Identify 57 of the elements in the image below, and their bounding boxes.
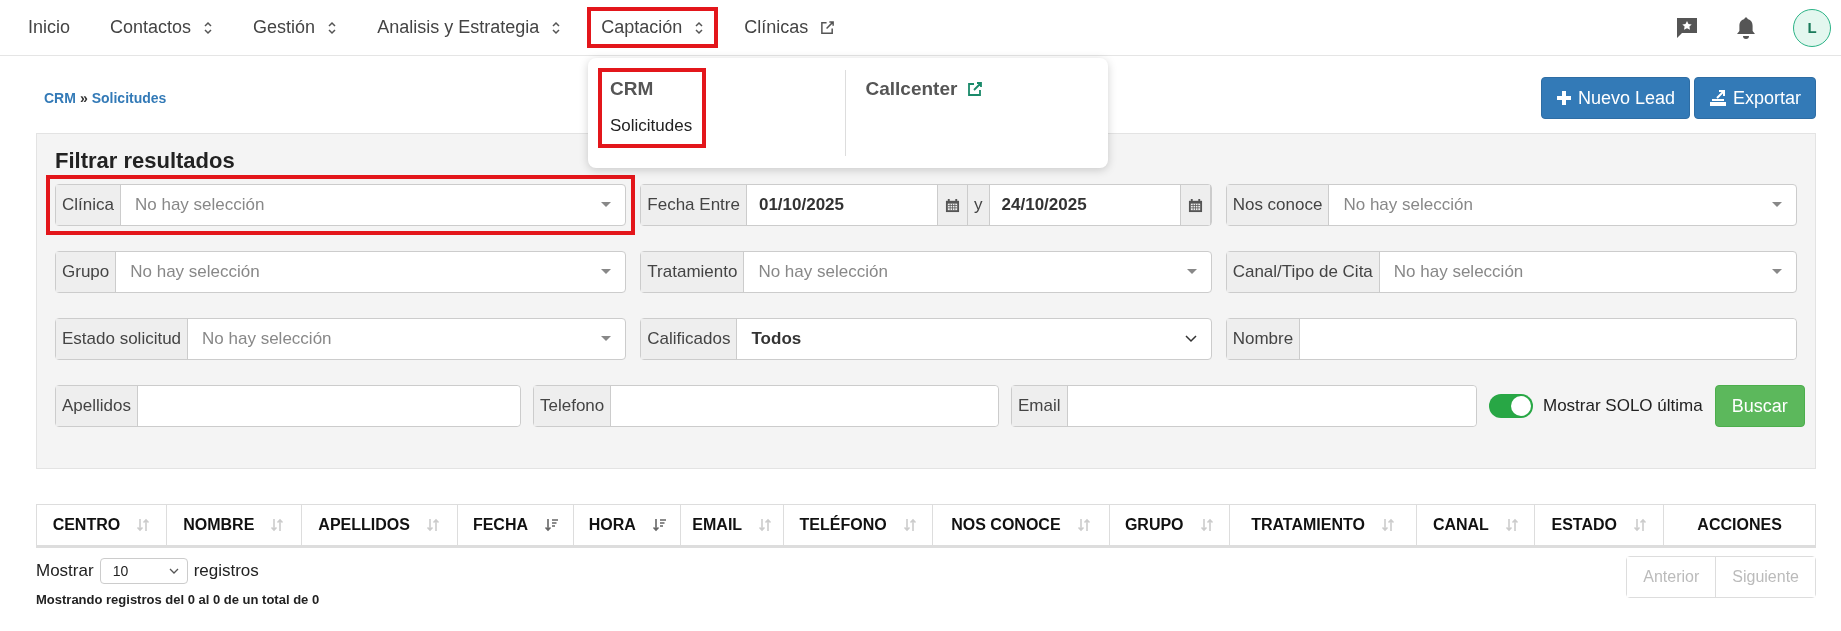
nav-item[interactable]: Captación xyxy=(589,9,717,46)
column-header[interactable]: CANAL xyxy=(1417,505,1536,545)
column-header[interactable]: GRUPO xyxy=(1109,505,1230,545)
sort-icon[interactable] xyxy=(1076,518,1091,532)
column-header[interactable]: FECHA xyxy=(457,505,575,545)
menu-heading: CRM xyxy=(610,78,654,100)
bell-icon[interactable] xyxy=(1735,15,1757,40)
column-header[interactable]: EMAIL xyxy=(681,505,785,545)
new-lead-button[interactable]: Nuevo Lead xyxy=(1540,77,1690,119)
chat-star-icon[interactable] xyxy=(1675,15,1699,40)
toggle-switch[interactable] xyxy=(1489,394,1533,418)
breadcrumb-link[interactable]: Solicitudes xyxy=(91,90,167,106)
chevron-updown-icon xyxy=(551,20,562,35)
sort-icon[interactable] xyxy=(758,518,773,532)
panel-title: Filtrar resultados xyxy=(55,148,236,174)
sort-icon[interactable] xyxy=(136,518,151,532)
chevron-down-icon xyxy=(168,568,179,574)
chevron-updown-icon xyxy=(203,20,214,35)
length-label: registros xyxy=(193,561,259,581)
sort-icon[interactable] xyxy=(1504,518,1519,532)
sort-icon[interactable] xyxy=(1380,518,1395,532)
plus-icon xyxy=(1555,90,1572,106)
column-header[interactable]: APELLIDOS xyxy=(301,505,458,545)
nav-item[interactable]: Analisis y Estrategia xyxy=(365,9,574,46)
sort-descending-icon[interactable] xyxy=(651,518,666,532)
export-icon xyxy=(1708,89,1727,107)
nav-item[interactable]: Gestión xyxy=(241,9,350,46)
sort-icon[interactable] xyxy=(1199,518,1214,532)
column-header[interactable]: NOMBRE xyxy=(166,505,302,545)
column-header[interactable]: ACCIONES xyxy=(1664,505,1815,545)
sort-icon[interactable] xyxy=(1633,518,1647,532)
export-button[interactable]: Exportar xyxy=(1693,77,1816,119)
column-header[interactable]: HORA xyxy=(574,505,682,545)
chevron-updown-icon xyxy=(327,20,338,35)
sort-descending-icon[interactable] xyxy=(544,518,558,532)
external-link-icon xyxy=(820,20,836,35)
column-header[interactable]: TELÉFONO xyxy=(784,505,933,545)
chevron-updown-icon xyxy=(694,20,705,35)
sort-icon[interactable] xyxy=(902,518,917,532)
length-label: Mostrar xyxy=(36,561,94,581)
breadcrumb-link[interactable]: CRM xyxy=(44,90,76,106)
table-info: Mostrando registros del 0 al 0 de un total de 0 xyxy=(36,592,321,607)
column-header[interactable]: TRATAMIENTO xyxy=(1229,505,1418,545)
menu-heading: Callcenter xyxy=(865,78,958,100)
column-header[interactable]: CENTRO xyxy=(37,505,167,545)
user-avatar[interactable]: L xyxy=(1793,8,1831,47)
breadcrumb-separator: » xyxy=(79,90,88,106)
page-size-select[interactable]: 10 xyxy=(99,558,188,584)
sort-icon[interactable] xyxy=(425,518,440,532)
nav-item[interactable]: Inicio xyxy=(16,9,83,46)
sort-icon[interactable] xyxy=(270,518,285,532)
toggle-label: Mostrar SOLO última xyxy=(1543,396,1703,416)
menu-item[interactable]: Solicitudes xyxy=(610,116,693,136)
nav-item[interactable]: Contactos xyxy=(98,9,226,46)
column-header[interactable]: ESTADO xyxy=(1535,505,1665,545)
nav-item[interactable]: Clínicas xyxy=(732,9,848,46)
column-header[interactable]: NOS CONOCE xyxy=(933,505,1110,545)
